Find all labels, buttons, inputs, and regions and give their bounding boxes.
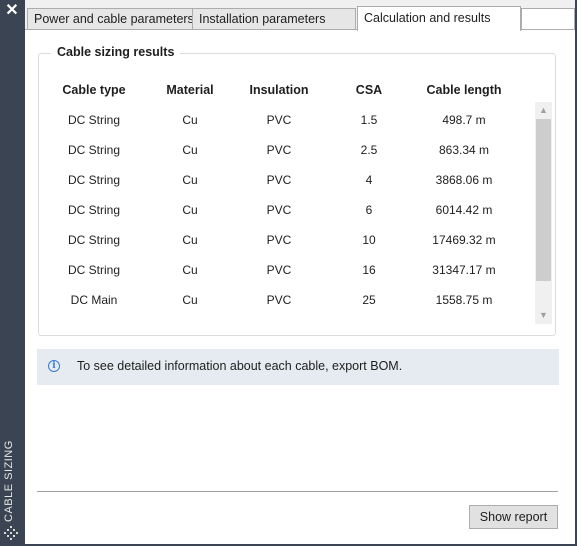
cell-insulation: PVC [266,143,292,157]
palette-title: CABLE SIZING [3,440,15,522]
cell-cable-length: 17469.32 m [432,233,496,247]
scroll-thumb[interactable] [536,119,551,281]
cell-insulation: PVC [266,233,292,247]
cell-csa: 6 [365,203,373,217]
group-title: Cable sizing results [51,45,181,59]
cell-csa: 4 [365,173,373,187]
sidebar: ✕ CABLE SIZING [0,0,25,546]
close-icon[interactable]: ✕ [3,1,21,21]
cell-cable-type: DC String [67,143,120,157]
show-report-button[interactable]: Show report [469,505,558,529]
info-icon: i [48,360,60,372]
cell-csa: 1.5 [360,113,378,127]
cell-cable-length: 6014.42 m [435,203,493,217]
cell-material: Cu [182,173,198,187]
cell-csa: 2.5 [360,143,378,157]
cell-insulation: PVC [266,263,292,277]
tab-power-and-cable-parameters[interactable]: Power and cable parameters [27,8,194,29]
cell-material: Cu [182,293,198,307]
tab-bar-filler [521,8,575,29]
info-banner: i To see detailed information about each… [37,349,559,385]
cell-cable-type: DC String [67,263,120,277]
cell-cable-type: DC String [67,113,120,127]
cell-insulation: PVC [266,203,292,217]
cell-cable-type: DC String [67,233,120,247]
tab-installation-parameters[interactable]: Installation parameters [192,8,356,29]
cell-insulation: PVC [266,113,292,127]
column-header-cable-type: Cable type [62,83,126,97]
resize-grip-icon[interactable] [4,526,20,540]
cell-insulation: PVC [266,173,292,187]
column-header-cable-length: Cable length [426,83,502,97]
cell-material: Cu [182,233,198,247]
cell-material: Cu [182,203,198,217]
cable-sizing-results-group: Cable sizing results Cable type Material… [38,45,556,336]
footer-divider [37,491,558,492]
tab-content: Cable sizing results Cable type Material… [25,29,575,544]
cell-cable-length: 1558.75 m [435,293,493,307]
column-header-material: Material [166,83,214,97]
cell-cable-length: 3868.06 m [435,173,493,187]
cell-cable-length: 863.34 m [438,143,490,157]
tab-bar: Power and cable parameters Installation … [25,6,575,31]
cell-cable-type: DC String [67,203,120,217]
info-message: To see detailed information about each c… [77,359,403,373]
cell-csa: 25 [362,293,376,307]
cell-cable-type: DC String [67,173,120,187]
scroll-down-icon[interactable]: ▼ [535,307,552,324]
cell-csa: 16 [362,263,376,277]
column-header-csa: CSA [355,83,383,97]
cell-cable-type: DC Main [70,293,118,307]
cell-csa: 10 [362,233,376,247]
cell-insulation: PVC [266,293,292,307]
cell-material: Cu [182,113,198,127]
cell-cable-length: 498.7 m [442,113,486,127]
column-header-insulation: Insulation [249,83,309,97]
cell-cable-length: 31347.17 m [432,263,496,277]
tab-calculation-and-results[interactable]: Calculation and results [357,6,521,31]
table-scrollbar[interactable]: ▲ ▼ [535,102,552,324]
scroll-up-icon[interactable]: ▲ [535,102,552,119]
cell-material: Cu [182,143,198,157]
cell-material: Cu [182,263,198,277]
